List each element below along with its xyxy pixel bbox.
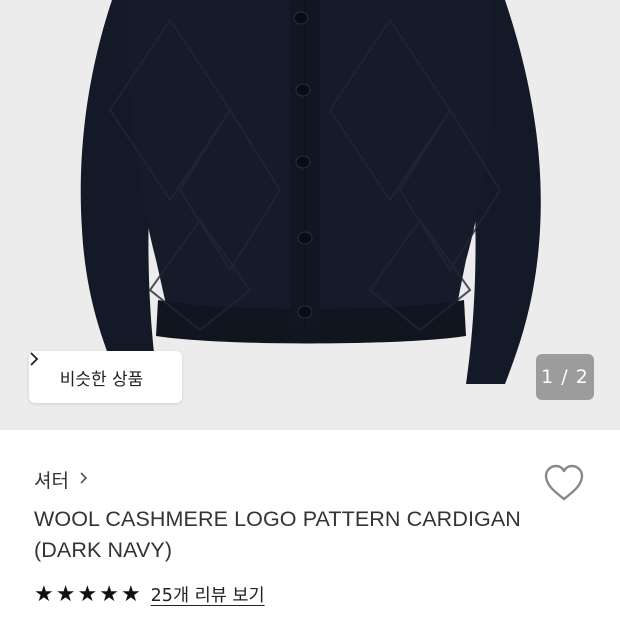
product-title-line-1: WOOL CASHMERE LOGO PATTERN CARDIGAN	[34, 507, 521, 531]
product-image-carousel[interactable]: 비슷한 상품 1 / 2	[0, 0, 620, 430]
star-rating: ★ ★ ★ ★ ★	[34, 581, 141, 607]
product-title-line-2: (DARK NAVY)	[34, 538, 173, 562]
category-label: 셔터	[34, 470, 69, 492]
star-icon: ★	[77, 581, 98, 607]
review-count-link[interactable]: 25개 리뷰 보기	[151, 582, 265, 607]
similar-products-button[interactable]: 비슷한 상품	[29, 351, 182, 403]
similar-products-label: 비슷한 상품	[59, 369, 144, 390]
chevron-right-icon	[79, 469, 88, 490]
rating-row: ★ ★ ★ ★ ★ 25개 리뷰 보기	[34, 582, 265, 607]
category-link[interactable]: 셔터	[34, 466, 88, 493]
image-counter-badge: 1 / 2	[536, 354, 594, 400]
wishlist-heart-icon[interactable]	[542, 462, 586, 504]
product-title: WOOL CASHMERE LOGO PATTERN CARDIGAN (DAR…	[34, 504, 554, 566]
star-icon: ★	[34, 581, 54, 607]
star-icon: ★	[120, 581, 141, 607]
star-icon: ★	[55, 581, 76, 607]
star-icon: ★	[99, 581, 119, 607]
